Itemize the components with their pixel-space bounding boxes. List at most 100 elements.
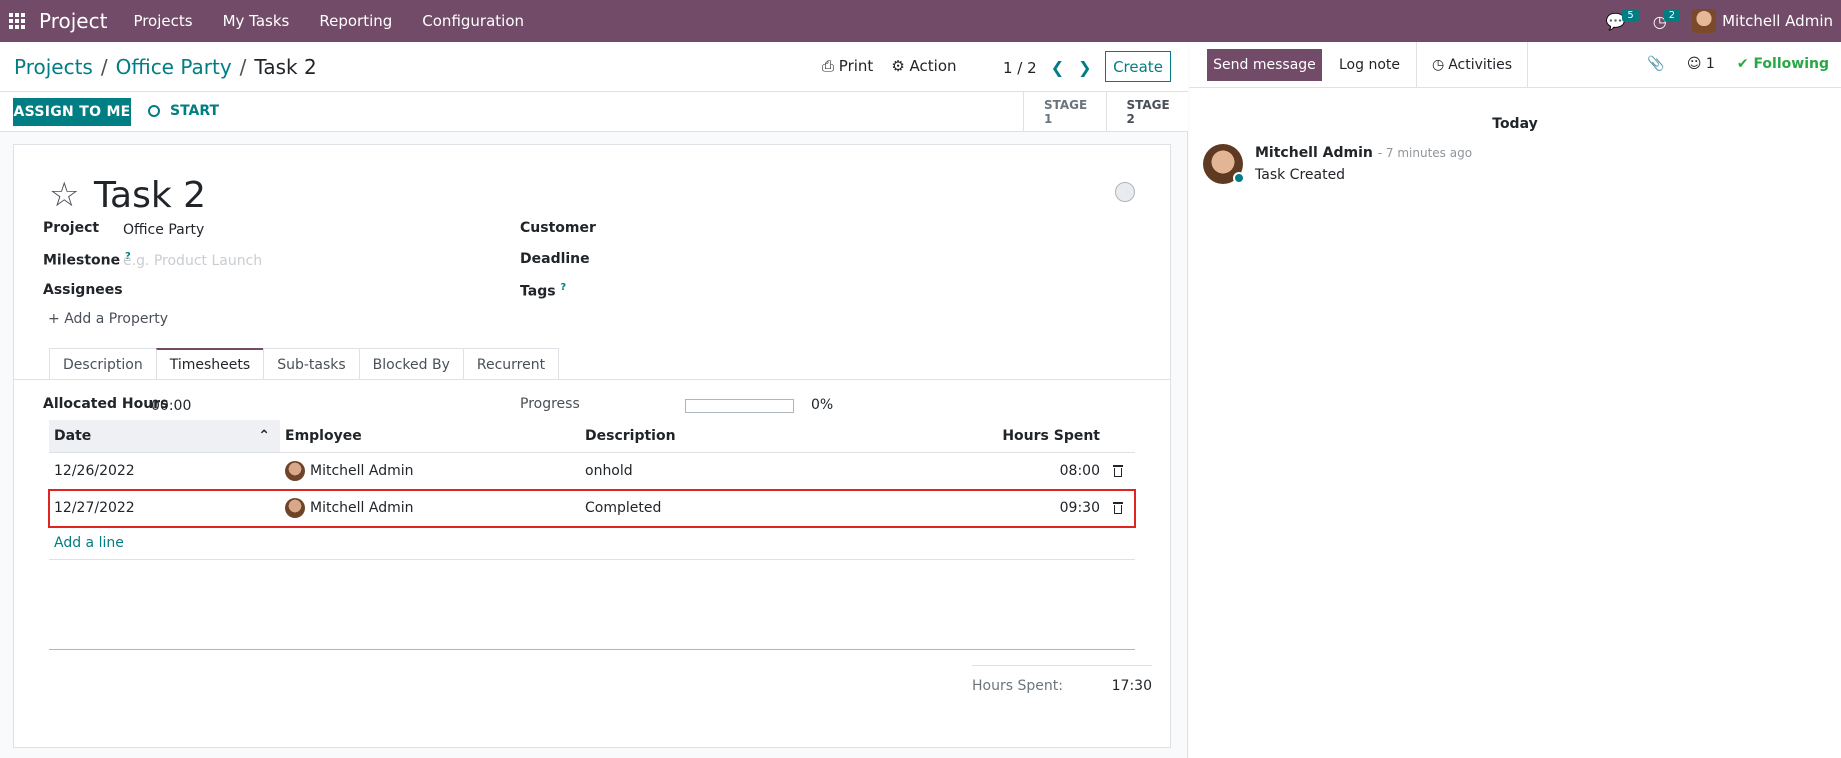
column-employee[interactable]: Employee	[280, 420, 580, 452]
progress-label: Progress	[520, 396, 580, 412]
stage-2[interactable]: STAGE 2	[1105, 92, 1189, 131]
tab-divider	[14, 379, 1170, 380]
gear-icon: ⚙	[891, 57, 905, 75]
user-avatar[interactable]	[1692, 9, 1717, 33]
date-separator: Today	[1492, 116, 1538, 132]
tab-timesheets[interactable]: Timesheets	[155, 348, 265, 380]
following-label: Following	[1753, 56, 1829, 72]
tab-description[interactable]: Description	[49, 348, 157, 380]
app-brand[interactable]: Project	[39, 9, 107, 33]
sort-asc-icon: ⌃	[258, 428, 270, 444]
row-employee[interactable]: Mitchell Admin	[280, 461, 580, 481]
row-date[interactable]: 12/26/2022	[49, 463, 280, 479]
column-description[interactable]: Description	[580, 420, 1000, 452]
chevron-right-icon[interactable]: ❯	[1078, 58, 1091, 77]
paperclip-icon[interactable]: 📎	[1647, 56, 1664, 72]
chatter-panel: Send message Log note ◷ Activities 📎 ☺ 1 …	[1189, 42, 1841, 758]
total-value: 17:30	[1111, 678, 1152, 694]
row-hours[interactable]: 08:00	[1000, 463, 1100, 479]
tab-blocked-by[interactable]: Blocked By	[358, 348, 464, 380]
status-bar: ASSIGN TO ME START STAGE 1 STAGE 2	[0, 92, 1188, 132]
progress-bar	[685, 399, 794, 413]
activities-button[interactable]: ◷ Activities	[1416, 42, 1529, 88]
add-property-button[interactable]: + Add a Property	[48, 311, 168, 327]
table-footer-divider	[49, 649, 1135, 650]
column-actions	[1100, 420, 1135, 452]
allocated-hours-field[interactable]: 00:00	[151, 398, 191, 414]
delete-row-button[interactable]	[1100, 465, 1135, 477]
clock-icon	[148, 105, 160, 117]
notebook-tabs: Description Timesheets Sub-tasks Blocked…	[49, 348, 560, 380]
add-line-button[interactable]: Add a line	[49, 527, 1135, 560]
row-description[interactable]: Completed	[580, 500, 1000, 516]
breadcrumb-separator: /	[100, 55, 108, 79]
followers-count: 1	[1705, 56, 1715, 72]
message-author[interactable]: Mitchell Admin	[1255, 145, 1373, 161]
star-icon[interactable]: ☆	[49, 175, 79, 215]
form-sheet: ☆ Task 2 Project Office Party Milestone …	[13, 144, 1171, 748]
start-timer-button[interactable]: START	[148, 103, 219, 119]
trash-icon	[1112, 502, 1123, 514]
create-button[interactable]: Create	[1105, 51, 1171, 82]
tab-sub-tasks[interactable]: Sub-tasks	[263, 348, 360, 380]
tags-label: Tags ?	[520, 282, 566, 300]
user-name[interactable]: Mitchell Admin	[1722, 12, 1833, 30]
following-button[interactable]: ✔ Following	[1737, 56, 1829, 72]
action-button[interactable]: ⚙ Action	[891, 57, 956, 75]
menu-reporting[interactable]: Reporting	[319, 12, 392, 30]
column-date-label: Date	[54, 428, 92, 444]
total-label: Hours Spent:	[972, 678, 1063, 694]
menu-projects[interactable]: Projects	[133, 12, 192, 30]
start-label: START	[170, 103, 220, 119]
assign-to-me-button[interactable]: ASSIGN TO ME	[13, 98, 131, 126]
user-icon: ☺	[1686, 56, 1702, 72]
printer-icon: ⎙	[822, 57, 835, 75]
message-body: Task Created	[1255, 167, 1346, 183]
plus-icon: +	[48, 311, 60, 327]
customer-label: Customer	[520, 220, 596, 236]
chevron-left-icon[interactable]: ❮	[1051, 58, 1064, 77]
table-row[interactable]: 12/27/2022 Mitchell Admin Completed 09:3…	[48, 489, 1136, 528]
menu-configuration[interactable]: Configuration	[422, 12, 524, 30]
log-note-button[interactable]: Log note	[1339, 57, 1400, 73]
table-header: Date ⌃ Employee Description Hours Spent	[49, 420, 1135, 453]
help-icon[interactable]: ?	[560, 282, 566, 293]
project-label: Project	[43, 220, 100, 236]
allocated-hours-label: Allocated Hours	[43, 396, 169, 412]
print-button[interactable]: ⎙ Print	[822, 57, 873, 75]
column-hours-spent[interactable]: Hours Spent	[1000, 420, 1100, 452]
project-field[interactable]: Office Party	[123, 222, 204, 238]
row-date[interactable]: 12/27/2022	[49, 500, 280, 516]
progress-value: 0%	[811, 397, 834, 413]
followers-button[interactable]: ☺ 1	[1687, 56, 1715, 72]
breadcrumb-project[interactable]: Office Party	[116, 55, 232, 79]
apps-menu-icon[interactable]	[9, 13, 25, 29]
assignees-label: Assignees	[43, 282, 123, 298]
employee-name: Mitchell Admin	[310, 463, 414, 479]
column-date[interactable]: Date ⌃	[49, 420, 280, 452]
milestone-field[interactable]: e.g. Product Launch	[123, 253, 262, 269]
row-employee[interactable]: Mitchell Admin	[280, 498, 580, 518]
breadcrumb-projects[interactable]: Projects	[14, 55, 93, 79]
print-label: Print	[838, 57, 874, 75]
row-hours[interactable]: 09:30	[1000, 500, 1100, 516]
menu-my-tasks[interactable]: My Tasks	[223, 12, 290, 30]
delete-row-button[interactable]	[1100, 502, 1135, 514]
row-description[interactable]: onhold	[580, 463, 1000, 479]
tags-label-text: Tags	[520, 283, 556, 300]
send-message-button[interactable]: Send message	[1207, 48, 1322, 81]
timesheet-table: Date ⌃ Employee Description Hours Spent 1…	[48, 420, 1136, 560]
table-row[interactable]: 12/26/2022 Mitchell Admin onhold 08:00	[49, 453, 1135, 490]
tab-recurrent[interactable]: Recurrent	[462, 348, 560, 380]
message-time: - 7 minutes ago	[1377, 146, 1473, 160]
kanban-state-indicator[interactable]	[1115, 182, 1135, 202]
trash-icon	[1112, 465, 1123, 477]
online-status-icon	[1233, 172, 1245, 184]
task-title[interactable]: Task 2	[94, 175, 206, 216]
milestone-label: Milestone ?	[43, 251, 131, 269]
pager-value[interactable]: 1 / 2	[1003, 59, 1037, 77]
stage-1[interactable]: STAGE 1	[1023, 92, 1106, 131]
action-label: Action	[909, 57, 957, 75]
messages-badge: 5	[1622, 8, 1639, 22]
breadcrumb: Projects / Office Party / Task 2	[14, 55, 317, 79]
